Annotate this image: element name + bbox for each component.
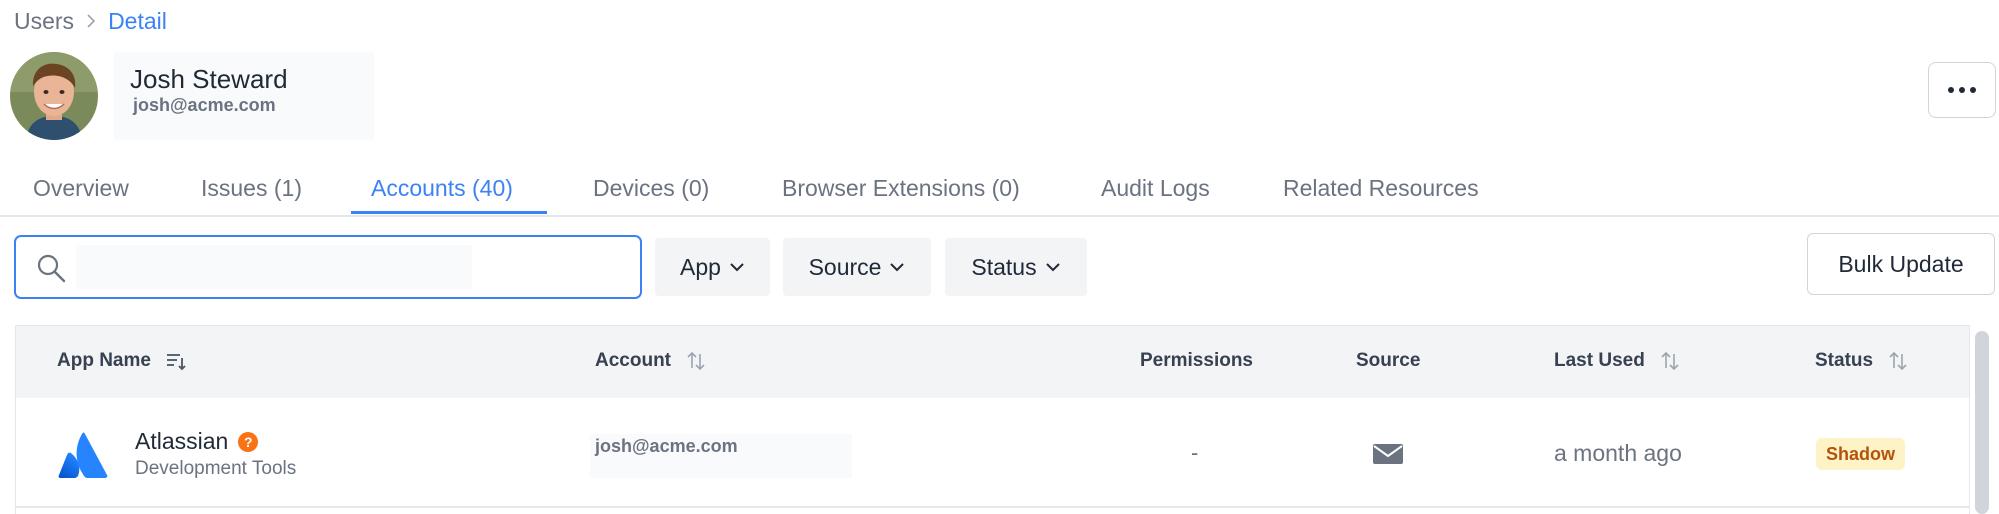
chevron-down-icon bbox=[730, 263, 744, 272]
column-header-source: Source bbox=[1356, 350, 1420, 372]
column-label: App Name bbox=[57, 350, 151, 371]
column-header-last-used[interactable]: Last Used bbox=[1554, 350, 1681, 372]
last-used-value: a month ago bbox=[1554, 440, 1682, 466]
sort-arrows-icon[interactable] bbox=[685, 350, 707, 372]
sort-arrows-icon[interactable] bbox=[1887, 350, 1909, 372]
user-name: Josh Steward bbox=[130, 64, 288, 94]
filter-source-label: Source bbox=[808, 253, 882, 280]
breadcrumb: Users Detail bbox=[14, 8, 167, 34]
search-icon bbox=[37, 254, 66, 283]
app-category: Development Tools bbox=[135, 458, 297, 479]
user-email: josh@acme.com bbox=[133, 95, 276, 115]
mail-icon bbox=[1373, 444, 1403, 464]
search-input-text bbox=[76, 245, 472, 289]
permissions-value: - bbox=[1191, 440, 1199, 465]
chevron-down-icon bbox=[890, 263, 905, 272]
tab-issues[interactable]: Issues (1) bbox=[201, 170, 302, 206]
table-scrollbar[interactable] bbox=[1971, 325, 1995, 514]
atlassian-logo-icon bbox=[58, 432, 108, 478]
more-options-button[interactable] bbox=[1928, 62, 1996, 118]
bulk-update-button[interactable]: Bulk Update bbox=[1807, 233, 1995, 295]
column-label: Source bbox=[1356, 350, 1421, 371]
chevron-down-icon bbox=[1045, 263, 1060, 272]
filter-source-dropdown[interactable]: Source bbox=[783, 238, 931, 296]
scrollbar-thumb[interactable] bbox=[1975, 331, 1989, 514]
tab-overview[interactable]: Overview bbox=[33, 170, 129, 206]
column-label: Last Used bbox=[1554, 350, 1645, 371]
column-header-account[interactable]: Account bbox=[595, 350, 707, 372]
column-header-app-name[interactable]: App Name bbox=[57, 350, 187, 372]
tab-bar: Overview Issues (1) Accounts (40) Device… bbox=[0, 160, 1999, 217]
status-badge: Shadow bbox=[1816, 438, 1906, 470]
breadcrumb-users-link[interactable]: Users bbox=[14, 8, 74, 35]
filter-app-dropdown[interactable]: App bbox=[655, 238, 770, 296]
column-label: Account bbox=[595, 350, 671, 371]
table-header: App Name Account Permissions Source Last… bbox=[16, 326, 1969, 398]
chevron-right-icon bbox=[87, 14, 96, 28]
sort-lines-icon[interactable] bbox=[165, 350, 187, 372]
tab-accounts[interactable]: Accounts (40) bbox=[371, 170, 513, 206]
search-input[interactable] bbox=[14, 235, 642, 299]
table-row[interactable]: Atlassian ? Development Tools josh@acme.… bbox=[16, 398, 1969, 508]
column-header-permissions: Permissions bbox=[1140, 350, 1253, 372]
filter-status-label: Status bbox=[971, 253, 1037, 280]
sort-arrows-icon[interactable] bbox=[1659, 350, 1681, 372]
tab-audit-logs[interactable]: Audit Logs bbox=[1101, 170, 1210, 206]
column-label: Permissions bbox=[1140, 350, 1253, 371]
tab-devices[interactable]: Devices (0) bbox=[593, 170, 709, 206]
column-label: Status bbox=[1815, 350, 1874, 371]
issue-indicator-icon[interactable]: ? bbox=[238, 431, 259, 452]
column-header-status[interactable]: Status bbox=[1815, 350, 1909, 372]
filter-app-label: App bbox=[680, 253, 721, 280]
more-horizontal-icon bbox=[1948, 87, 1976, 93]
breadcrumb-current: Detail bbox=[108, 7, 167, 34]
avatar bbox=[10, 52, 98, 140]
accounts-table: App Name Account Permissions Source Last… bbox=[15, 325, 1970, 514]
app-name-label[interactable]: Atlassian bbox=[135, 428, 228, 455]
account-email: josh@acme.com bbox=[595, 436, 738, 456]
tab-related-resources[interactable]: Related Resources bbox=[1283, 170, 1479, 206]
active-tab-indicator bbox=[351, 211, 547, 214]
app-name[interactable]: Atlassian ? bbox=[135, 428, 259, 455]
filter-status-dropdown[interactable]: Status bbox=[945, 238, 1087, 296]
tab-browser-extensions[interactable]: Browser Extensions (0) bbox=[782, 170, 1020, 206]
